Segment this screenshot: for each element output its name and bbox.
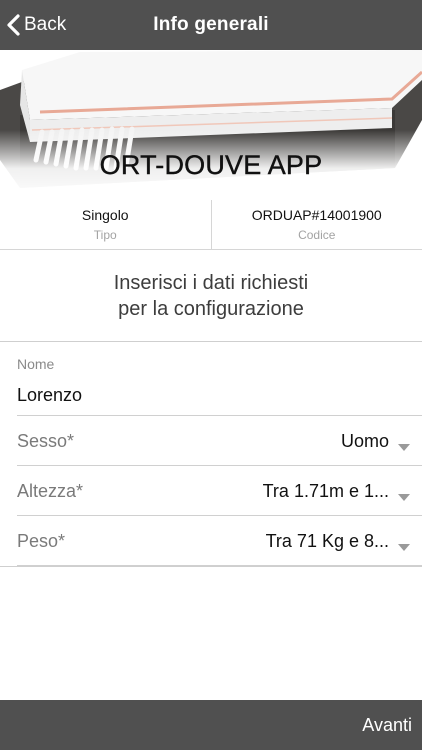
instruction-text: Inserisci i dati richiesti per la config… [0, 270, 422, 322]
dropdown-caret-icon [398, 488, 410, 506]
weight-value: Tra 71 Kg e 8... [265, 531, 389, 551]
dropdown-caret-icon [398, 538, 410, 556]
product-info-row: Singolo Tipo ORDUAP#14001900 Codice [0, 200, 422, 250]
product-code-label: Codice [298, 228, 336, 242]
height-label: Altezza* [17, 481, 84, 501]
back-label: Back [24, 14, 67, 35]
product-name: ORT-DOUVE APP [99, 150, 323, 180]
sex-value: Uomo [340, 431, 389, 451]
product-type-value: Singolo [81, 207, 129, 223]
back-button[interactable]: Back [6, 0, 66, 50]
name-input[interactable] [17, 385, 397, 406]
height-value: Tra 1.71m e 1... [262, 481, 389, 501]
sex-select[interactable]: Sesso* Uomo [17, 416, 422, 466]
height-select[interactable]: Altezza* Tra 1.71m e 1... [17, 466, 422, 516]
product-code-cell: ORDUAP#14001900 Codice [212, 200, 422, 249]
divider [0, 566, 422, 567]
dropdown-caret-icon [398, 438, 410, 456]
instruction-line-2: per la configurazione [118, 298, 304, 320]
weight-label: Peso* [17, 531, 66, 551]
instruction-line-1: Inserisci i dati richiesti [113, 272, 309, 294]
navigation-bar: Back Info generali [0, 0, 422, 50]
next-button[interactable]: Avanti [362, 700, 412, 750]
product-code-value: ORDUAP#14001900 [251, 207, 382, 223]
page-title: Info generali [153, 14, 269, 35]
product-type-cell: Singolo Tipo [0, 200, 212, 249]
bottom-toolbar: Avanti [0, 700, 422, 750]
weight-select[interactable]: Peso* Tra 71 Kg e 8... [17, 516, 422, 566]
product-type-label: Tipo [93, 228, 117, 242]
name-field: Nome [17, 342, 422, 416]
chevron-left-icon [6, 13, 22, 37]
name-field-label: Nome [17, 356, 55, 372]
sex-label: Sesso* [17, 431, 75, 451]
